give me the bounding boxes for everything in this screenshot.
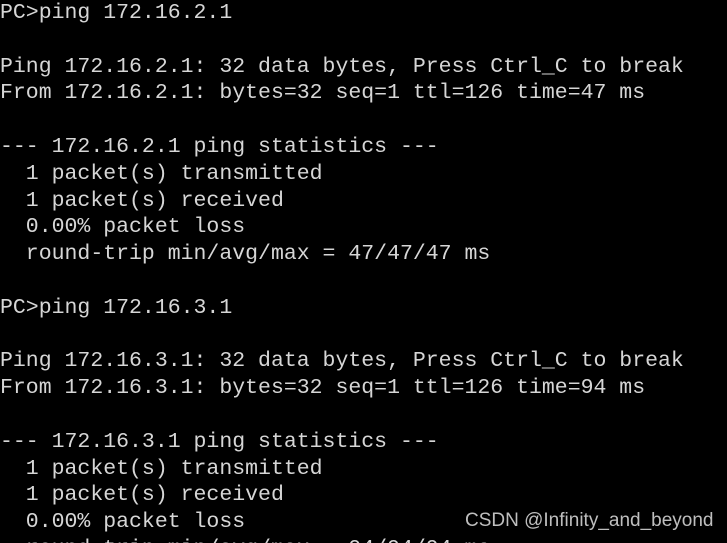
console-output: PC>ping 172.16.2.1 Ping 172.16.2.1: 32 da…	[0, 0, 727, 543]
console-line: 1 packet(s) transmitted	[0, 161, 323, 186]
console-line: --- 172.16.3.1 ping statistics ---	[0, 429, 439, 454]
terminal-console[interactable]: PC>ping 172.16.2.1 Ping 172.16.2.1: 32 da…	[0, 0, 727, 543]
console-line: From 172.16.2.1: bytes=32 seq=1 ttl=126 …	[0, 81, 646, 106]
console-line: round-trip min/avg/max = 47/47/47 ms	[0, 242, 491, 267]
console-line: From 172.16.3.1: bytes=32 seq=1 ttl=126 …	[0, 376, 646, 401]
console-line: 0.00% packet loss	[0, 215, 246, 240]
console-line: PC>ping 172.16.3.1	[0, 295, 233, 320]
console-line: Ping 172.16.2.1: 32 data bytes, Press Ct…	[0, 54, 684, 79]
console-line: --- 172.16.2.1 ping statistics ---	[0, 134, 439, 159]
console-line: 1 packet(s) received	[0, 483, 284, 508]
console-line: Ping 172.16.3.1: 32 data bytes, Press Ct…	[0, 349, 684, 374]
console-line: 1 packet(s) transmitted	[0, 456, 323, 481]
console-line: 1 packet(s) received	[0, 188, 284, 213]
console-line: PC>ping 172.16.2.1	[0, 1, 233, 25]
console-line: round-trip min/avg/max = 94/94/94 ms	[0, 536, 727, 543]
console-line: 0.00% packet loss	[0, 510, 246, 535]
